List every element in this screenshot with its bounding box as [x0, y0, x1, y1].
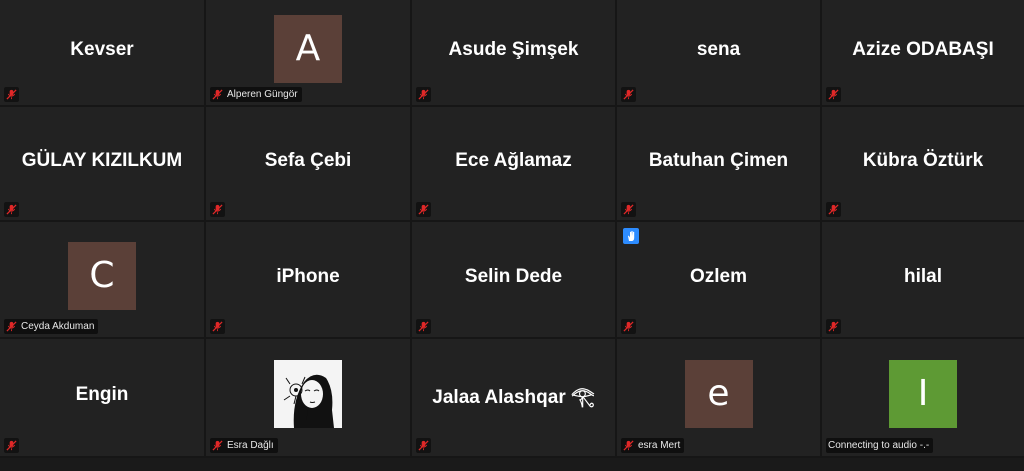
participant-label [621, 202, 636, 217]
mic-muted-icon [212, 204, 223, 215]
mic-muted-icon [212, 321, 223, 332]
participant-name: Jalaa Alashqar 𓂀 [432, 387, 595, 408]
participant-name: Selin Dede [464, 265, 563, 287]
participant-name: Batuhan Çimen [648, 149, 789, 171]
sketch-portrait-image [274, 359, 342, 428]
participant-name: Azize ODABAŞI [852, 38, 994, 60]
participant-label [826, 319, 841, 334]
mic-muted-icon [6, 204, 17, 215]
participant-label [826, 202, 841, 217]
mic-muted-icon [6, 440, 17, 451]
participant-tile[interactable]: sena [617, 0, 822, 107]
participant-label [416, 319, 431, 334]
participant-label [4, 202, 19, 217]
mic-muted-icon [623, 89, 634, 100]
participant-tile[interactable]: A Alperen Güngör [206, 0, 412, 107]
avatar: C [68, 241, 136, 310]
mic-muted-icon [623, 440, 634, 451]
participant-tile[interactable]: Kevser [0, 0, 206, 107]
participant-tile[interactable]: Ozlem [617, 222, 822, 339]
participant-label-text: Esra Dağlı [227, 440, 274, 451]
participant-label: esra Mert [621, 438, 685, 453]
mic-muted-icon [623, 204, 634, 215]
participant-label [416, 438, 431, 453]
participant-label [4, 87, 19, 102]
participant-tile[interactable]: e esra Mert [617, 339, 822, 458]
mic-muted-icon [828, 321, 839, 332]
participant-tile[interactable]: Ece Ağlamaz [412, 107, 617, 222]
avatar: A [274, 14, 342, 83]
participant-label [210, 319, 225, 334]
mic-muted-icon [418, 89, 429, 100]
participant-tile[interactable]: GÜLAY KIZILKUM [0, 107, 206, 222]
participant-label-text: esra Mert [638, 440, 681, 451]
participant-label [621, 87, 636, 102]
mic-muted-icon [212, 440, 223, 451]
participant-label: Ceyda Akduman [4, 319, 99, 334]
participant-tile[interactable]: Azize ODABAŞI [822, 0, 1024, 107]
participant-label [416, 202, 431, 217]
participant-tile[interactable]: iPhone [206, 222, 412, 339]
participant-tile[interactable]: hilal [822, 222, 1024, 339]
participant-name: Ece Ağlamaz [455, 149, 572, 171]
participant-label-text: Ceyda Akduman [21, 321, 95, 332]
participant-label [210, 202, 225, 217]
participant-tile[interactable]: Selin Dede [412, 222, 617, 339]
participant-label [826, 87, 841, 102]
participant-name: iPhone [276, 265, 340, 287]
participant-label [4, 438, 19, 453]
bottom-strip [0, 458, 1024, 471]
participant-tile[interactable]: I Connecting to audio -.- [822, 339, 1024, 458]
mic-muted-icon [828, 204, 839, 215]
participant-name: Asude Şimşek [448, 38, 579, 60]
participant-tile[interactable]: Esra Dağlı [206, 339, 412, 458]
participant-tile[interactable]: Batuhan Çimen [617, 107, 822, 222]
mic-muted-icon [212, 89, 223, 100]
gallery-grid: Kevser A Alperen Güngör Asude Şimşek sen… [0, 0, 1024, 458]
participant-tile[interactable]: Kübra Öztürk [822, 107, 1024, 222]
participant-label [621, 319, 636, 334]
mic-muted-icon [418, 440, 429, 451]
connecting-status-text: Connecting to audio -.- [828, 440, 930, 451]
mic-muted-icon [418, 321, 429, 332]
mic-muted-icon [6, 321, 17, 332]
participant-name: GÜLAY KIZILKUM [21, 149, 183, 171]
participant-name: Engin [75, 383, 129, 405]
avatar: e [684, 359, 753, 428]
avatar: I [889, 359, 957, 428]
participant-name: Kevser [70, 38, 134, 60]
participant-name: sena [696, 38, 741, 60]
mic-muted-icon [418, 204, 429, 215]
mic-muted-icon [6, 89, 17, 100]
participant-tile[interactable]: Jalaa Alashqar 𓂀 [412, 339, 617, 458]
participant-name: Kübra Öztürk [862, 149, 984, 171]
participant-name: Sefa Çebi [264, 149, 352, 171]
participant-label-text: Alperen Güngör [227, 89, 298, 100]
participant-label [416, 87, 431, 102]
participant-tile[interactable]: C Ceyda Akduman [0, 222, 206, 339]
mic-muted-icon [623, 321, 634, 332]
participant-name: Ozlem [689, 265, 748, 287]
mic-muted-icon [828, 89, 839, 100]
participant-tile[interactable]: Asude Şimşek [412, 0, 617, 107]
participant-label: Esra Dağlı [210, 438, 278, 453]
participant-name: hilal [903, 265, 942, 287]
raise-hand-icon [623, 228, 639, 244]
participant-tile[interactable]: Sefa Çebi [206, 107, 412, 222]
profile-photo [274, 359, 342, 428]
participant-tile[interactable]: Engin [0, 339, 206, 458]
participant-label: Connecting to audio -.- [826, 438, 934, 453]
participant-label: Alperen Güngör [210, 87, 302, 102]
